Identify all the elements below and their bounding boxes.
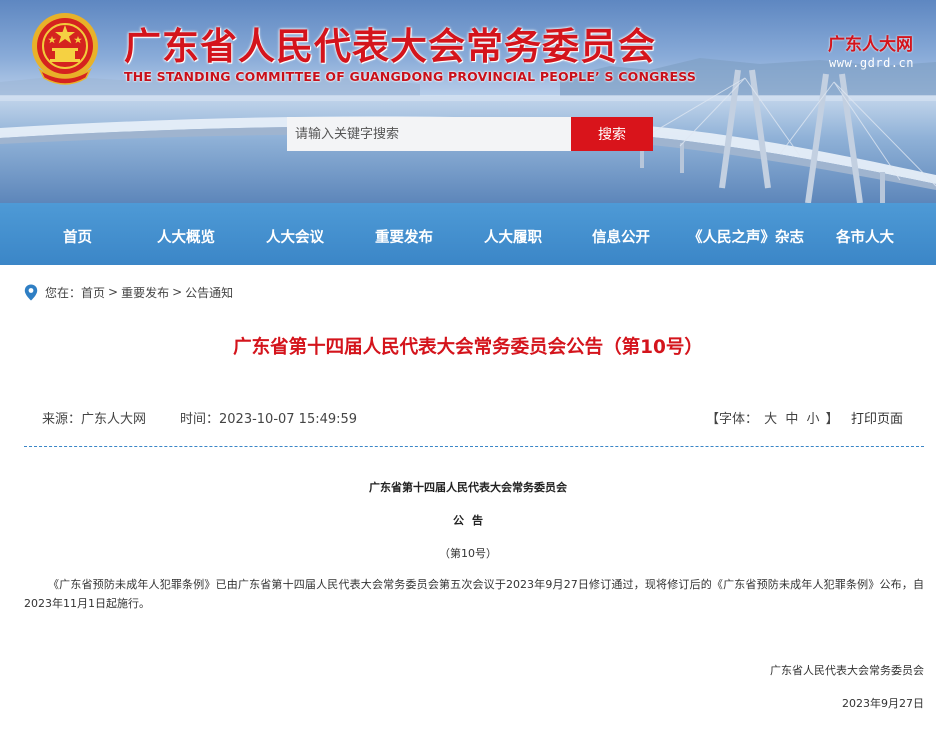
font-size-prefix: 【字体： (706, 412, 759, 427)
breadcrumb-prefix: 您在： (45, 285, 82, 300)
brand-url: www.gdrd.cn (829, 56, 914, 70)
site-title: 广东省人民代表大会常务委员会 (124, 24, 656, 68)
notice-heading: 公告 (453, 514, 491, 527)
nav-item-disclosure[interactable]: 信息公开 (592, 226, 650, 247)
breadcrumb-releases[interactable]: 重要发布 (121, 284, 169, 301)
print-page-button[interactable]: 打印页面 (851, 408, 903, 427)
breadcrumb-home[interactable]: 首页 (81, 284, 105, 301)
header-banner: 广东省人民代表大会常务委员会 THE STANDING COMMITTEE OF… (0, 0, 936, 203)
signature-org: 广东省人民代表大会常务委员会 (770, 664, 924, 677)
notice-number: （第10号） (439, 547, 497, 560)
font-size-suffix: 】 (825, 412, 839, 427)
breadcrumb-separator: > (172, 285, 183, 299)
search-button[interactable]: 搜索 (571, 117, 653, 151)
notice-paragraph: 《广东省预防未成年人犯罪条例》已由广东省第十四届人民代表大会常务委员会第五次会议… (24, 578, 924, 610)
signature-date: 2023年9月27日 (842, 697, 924, 710)
nav-item-releases[interactable]: 重要发布 (375, 226, 433, 247)
breadcrumb: 您在： 首页 > 重要发布 > 公告通知 (24, 284, 233, 300)
nav-item-cities[interactable]: 各市人大 (836, 226, 894, 247)
nav-item-magazine[interactable]: 《人民之声》杂志 (688, 226, 804, 247)
font-size-control: 【字体： 大 中 小 】 (706, 408, 839, 427)
article-time: 时间：2023-10-07 15:49:59 (180, 412, 358, 427)
brand-logo[interactable]: 广东人大网 (828, 30, 913, 55)
nav-item-home[interactable]: 首页 (63, 226, 92, 247)
font-size-medium-button[interactable]: 中 (785, 412, 798, 427)
nav-item-meetings[interactable]: 人大会议 (266, 226, 324, 247)
nav-item-overview[interactable]: 人大概览 (157, 226, 215, 247)
nav-item-duties[interactable]: 人大履职 (484, 226, 542, 247)
search-input[interactable] (287, 117, 571, 151)
article-source: 来源：广东人大网 (42, 412, 147, 427)
notice-org-heading: 广东省第十四届人民代表大会常务委员会 (369, 481, 567, 494)
national-emblem-icon (32, 13, 98, 85)
site-subtitle: THE STANDING COMMITTEE OF GUANGDONG PROV… (124, 69, 697, 84)
content-divider (24, 446, 924, 447)
breadcrumb-notices[interactable]: 公告通知 (185, 284, 233, 301)
location-pin-icon (24, 284, 38, 300)
breadcrumb-separator: > (108, 285, 119, 299)
article-title: 广东省第十四届人民代表大会常务委员会公告（第10号） (233, 337, 703, 358)
main-nav: 首页 人大概览 人大会议 重要发布 人大履职 信息公开 《人民之声》杂志 各市人… (0, 203, 936, 265)
font-size-small-button[interactable]: 小 (806, 412, 819, 427)
font-size-large-button[interactable]: 大 (764, 412, 777, 427)
